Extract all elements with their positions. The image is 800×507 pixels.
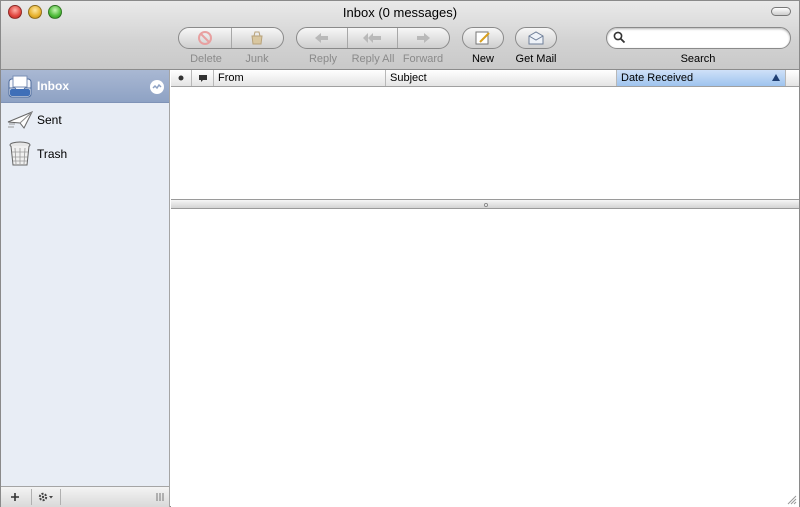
new-label: New	[471, 53, 494, 65]
sort-ascending-icon	[772, 74, 780, 81]
mailbox-activity-icon	[150, 80, 164, 94]
sidebar-resize-handle[interactable]	[153, 489, 167, 505]
column-unread[interactable]	[171, 70, 192, 86]
sidebar-item-inbox[interactable]: Inbox	[1, 70, 169, 103]
column-from-label: From	[218, 72, 244, 84]
sidebar-item-trash[interactable]: Trash	[1, 137, 169, 171]
resize-grip-icon	[156, 493, 164, 501]
forward-label: Forward	[402, 53, 444, 65]
splitter-dimple-icon	[484, 203, 488, 207]
trash-icon	[9, 141, 31, 166]
delete-icon	[197, 31, 212, 45]
delete-button[interactable]	[179, 28, 232, 48]
column-replied[interactable]	[192, 70, 214, 86]
unread-dot-icon	[178, 75, 184, 81]
junk-button[interactable]	[232, 28, 283, 48]
sidebar-footer	[1, 486, 170, 507]
mail-window: Inbox (0 messages) Delete Junk Reply Rep…	[0, 0, 800, 507]
delete-label: Delete	[190, 53, 222, 65]
new-button[interactable]	[462, 27, 504, 49]
sidebar-item-label: Inbox	[37, 79, 69, 93]
column-date-received-label: Date Received	[621, 72, 694, 84]
column-subject[interactable]: Subject	[386, 70, 617, 86]
delete-junk-group	[178, 27, 284, 49]
compose-icon	[475, 31, 490, 45]
junk-label: Junk	[245, 53, 269, 65]
sidebar-item-label: Trash	[37, 147, 68, 161]
reply-button[interactable]	[297, 28, 349, 48]
message-list-header: From Subject Date Received	[171, 70, 799, 87]
pane-splitter[interactable]	[171, 199, 799, 209]
column-options-corner	[785, 70, 799, 86]
speech-bubble-icon	[198, 74, 207, 82]
reply-label: Reply	[308, 53, 338, 65]
sent-icon	[7, 111, 34, 129]
gear-icon	[38, 492, 53, 502]
search-field[interactable]	[606, 27, 791, 49]
search-input[interactable]	[629, 31, 784, 46]
reply-all-icon	[362, 33, 381, 43]
sidebar-item-sent[interactable]: Sent	[1, 103, 169, 137]
action-menu-button[interactable]	[31, 489, 61, 505]
reply-all-label: Reply All	[351, 53, 395, 65]
mailbox-sidebar: Inbox Sent Trash	[1, 70, 170, 486]
add-mailbox-button[interactable]	[5, 489, 25, 505]
get-mail-button[interactable]	[515, 27, 557, 49]
search-icon	[613, 31, 626, 44]
toolbar: Inbox (0 messages) Delete Junk Reply Rep…	[1, 1, 799, 70]
get-mail-label: Get Mail	[515, 53, 557, 65]
toolbar-toggle-button[interactable]	[771, 7, 791, 16]
inbox-icon	[8, 75, 32, 98]
reply-icon	[315, 33, 329, 43]
junk-icon	[251, 31, 264, 45]
window-title: Inbox (0 messages)	[342, 5, 458, 20]
forward-button[interactable]	[398, 28, 449, 48]
plus-icon	[11, 493, 19, 501]
message-preview-pane	[171, 209, 799, 507]
reply-group	[296, 27, 450, 49]
sidebar-item-label: Sent	[37, 113, 62, 127]
reply-all-button[interactable]	[348, 28, 398, 48]
forward-icon	[417, 33, 431, 43]
message-list[interactable]: From Subject Date Received	[171, 70, 799, 199]
search-label: Search	[680, 53, 716, 65]
get-mail-icon	[528, 31, 544, 45]
window-resize-grip-icon[interactable]	[785, 493, 797, 505]
column-from[interactable]: From	[214, 70, 386, 86]
column-date-received[interactable]: Date Received	[617, 70, 786, 86]
column-subject-label: Subject	[390, 72, 427, 84]
